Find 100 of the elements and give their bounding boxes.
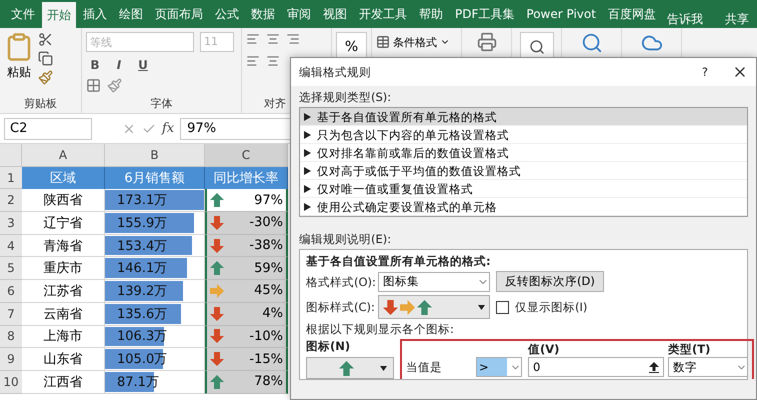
condition-label: 当值是 [406, 360, 443, 374]
tell-me-link[interactable]: 告诉我 [666, 11, 703, 28]
rule-type-list[interactable]: 基于各自值设置所有单元格的格式 只为包含以下内容的单元格设置格式 仅对排名靠前或靠后的数值设置格式 仅对高于或低于平均值的数值设置格式 仅对唯一值或重复值设置格式 使用公式确定要设置格式的单元格 [299, 107, 748, 217]
caret-icon [478, 304, 485, 310]
caret-icon [380, 366, 387, 370]
triangle-icon [304, 112, 311, 120]
ribbon-tab[interactable]: PDF工具集 [450, 0, 520, 28]
table-cell-text: 173.1万 [117, 192, 168, 210]
table-cell-text: 135.6万 [117, 306, 168, 323]
row-number: 4 [0, 234, 22, 258]
table-cell-text: 139.2万 [117, 282, 168, 300]
table-cell: -10% [249, 328, 283, 344]
ribbon-tab[interactable]: Power Pivot [521, 0, 601, 28]
panel-heading: 基于各自值设置所有单元格的格式: [306, 254, 492, 268]
conditional-format-button[interactable]: 条件格式 [393, 34, 437, 50]
table-cell: 同比增长率 [205, 166, 288, 190]
group-label: 字体 [150, 96, 174, 111]
insert-function-button[interactable]: fx [162, 121, 174, 136]
ribbon-tab[interactable]: 审阅 [282, 0, 316, 28]
row-number: 9 [0, 348, 22, 371]
ribbon-tab[interactable]: 数据 [246, 0, 280, 28]
field-label: 格式样式(O): [306, 274, 372, 288]
ribbon-tab[interactable]: 绘图 [114, 0, 148, 28]
triangle-icon [304, 148, 311, 156]
table-cell: 59% [254, 260, 283, 276]
column-header[interactable]: B [105, 144, 205, 167]
table-cell: 97% [254, 192, 283, 208]
ribbon-tab[interactable]: 视图 [318, 0, 352, 28]
table-cell: -15% [249, 352, 283, 367]
paintbrush-icon[interactable] [38, 70, 53, 85]
column-label: 值(V) [528, 342, 560, 356]
row-number: 3 [0, 212, 22, 235]
help-button[interactable]: ? [702, 65, 708, 79]
section-label: 编辑规则说明(E): [299, 232, 392, 246]
table-cell: -38% [249, 238, 283, 254]
name-box[interactable]: C2 [4, 118, 92, 140]
column-label: 图标(N) [306, 339, 352, 353]
group-label: 对齐 [264, 96, 286, 111]
align-icon[interactable] [266, 32, 280, 46]
icon-select[interactable] [306, 357, 394, 379]
checkbox[interactable] [496, 300, 509, 314]
list-item[interactable]: 仅对高于或低于平均值的数值设置格式 [300, 162, 747, 180]
table-cell: 6月销售额 [105, 166, 205, 190]
ribbon-tab[interactable]: 帮助 [414, 0, 448, 28]
table-cell: 4% [262, 306, 283, 322]
row-number: 7 [0, 302, 22, 326]
row-number: 8 [0, 326, 22, 348]
align-icon[interactable] [246, 54, 260, 68]
row-number: 5 [0, 257, 22, 280]
table-cell-text: 155.9万 [117, 214, 168, 232]
section-label: 选择规则类型(S): [299, 90, 392, 104]
column-label: 类型(T) [668, 342, 712, 356]
triangle-icon [304, 166, 311, 174]
ribbon-tab[interactable]: 文件 [6, 0, 40, 28]
table-cell-text: 146.1万 [117, 260, 168, 278]
table-cell: 区域 [22, 166, 105, 190]
dialog-title: 编辑格式规则 [299, 65, 372, 79]
table-cell: 78% [254, 374, 283, 390]
border-icon[interactable] [86, 78, 101, 93]
ribbon-tab[interactable]: 公式 [210, 0, 244, 28]
fill-icon[interactable] [107, 78, 122, 93]
align-icon[interactable] [266, 54, 280, 68]
group-label: 剪贴板 [23, 96, 58, 111]
collapse-icon[interactable] [649, 362, 659, 372]
value-field[interactable]: 0 [528, 357, 664, 377]
type-select[interactable]: 数字 [668, 357, 748, 377]
icon-style-select[interactable] [378, 295, 490, 319]
scissors-icon[interactable] [38, 32, 53, 47]
operator-select[interactable]: > [476, 357, 522, 377]
table-cell-text: 153.4万 [117, 238, 168, 255]
table-icon[interactable] [376, 35, 390, 49]
align-icon[interactable] [246, 32, 260, 46]
list-item[interactable]: 仅对唯一值或重复值设置格式 [300, 180, 747, 198]
ribbon-tab[interactable]: 百度网盘 [602, 0, 661, 28]
align-icon[interactable] [286, 32, 300, 46]
section-label: 根据以下规则显示各个图标: [306, 322, 455, 336]
list-item[interactable]: 只为包含以下内容的单元格设置格式 [300, 126, 747, 144]
table-cell: 45% [254, 283, 283, 298]
row-number: 6 [0, 280, 22, 303]
column-header[interactable]: C [205, 144, 288, 167]
ribbon-tab[interactable]: 开始 [42, 2, 76, 28]
format-style-select[interactable]: 图标集 [378, 272, 490, 292]
ribbon-tab[interactable]: 插入 [78, 0, 112, 28]
search-icon [528, 39, 544, 55]
share-button[interactable]: 共享 [724, 11, 749, 28]
row-number: 1 [0, 166, 22, 190]
checkbox-label: 仅显示图标(I) [515, 300, 588, 314]
copy-icon[interactable] [38, 51, 53, 66]
triangle-icon [304, 202, 311, 210]
ribbon-tab[interactable]: 页面布局 [150, 0, 208, 28]
field-label: 图标样式(C): [306, 300, 372, 314]
list-item[interactable]: 基于各自值设置所有单元格的格式 [300, 108, 747, 126]
row-number: 2 [0, 189, 22, 212]
reverse-icon-order-button[interactable]: 反转图标次序(D) [496, 271, 604, 292]
paste-button[interactable]: 粘贴 [7, 64, 31, 81]
row-number: 10 [0, 370, 22, 394]
magnifier-icon[interactable] [580, 32, 602, 54]
ribbon-tab[interactable]: 开发工具 [354, 0, 412, 28]
column-header[interactable]: A [22, 144, 105, 167]
list-item[interactable]: 使用公式确定要设置格式的单元格 [300, 198, 747, 216]
